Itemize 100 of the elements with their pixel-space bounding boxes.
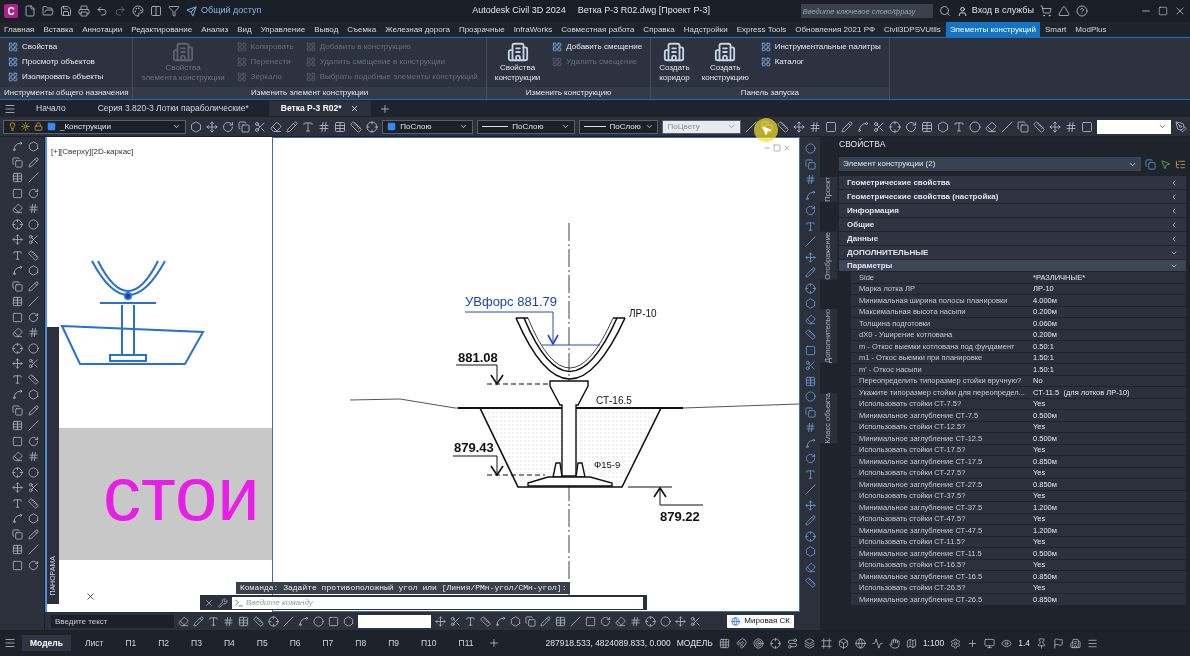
tracking-icon[interactable] — [786, 637, 798, 649]
command-input[interactable]: Введите команду — [246, 596, 643, 609]
ribbon-button[interactable]: Свойства конструкции — [494, 41, 541, 87]
save-icon[interactable] — [60, 5, 72, 17]
circle-icon[interactable] — [804, 143, 816, 154]
signin-button[interactable]: Вход в службы — [956, 4, 1034, 18]
rotate-icon[interactable] — [28, 187, 39, 199]
trim-icon[interactable] — [28, 234, 39, 245]
rectangle-icon[interactable] — [12, 559, 23, 571]
crosshair-icon[interactable] — [769, 637, 781, 649]
eraser-icon[interactable] — [12, 203, 23, 214]
move-icon[interactable] — [206, 120, 219, 133]
box-icon[interactable] — [837, 637, 849, 649]
panel-icon[interactable] — [150, 5, 162, 17]
ribbon-item[interactable]: Изолировать объекты — [8, 71, 104, 83]
polygon-icon[interactable] — [343, 615, 354, 627]
polygon-icon[interactable] — [28, 513, 39, 524]
ribbon-tab[interactable]: Smart — [1041, 22, 1071, 37]
table-icon[interactable] — [12, 296, 23, 307]
ruler-icon[interactable] — [28, 249, 39, 261]
app-logo[interactable]: C — [4, 4, 18, 18]
text-icon[interactable] — [465, 615, 476, 627]
ribbon-tab[interactable]: Прозрачные — [454, 22, 509, 37]
ribbon-tab[interactable]: Аннотации — [78, 22, 127, 37]
eye-icon[interactable] — [1001, 637, 1013, 649]
rectangle-icon[interactable] — [585, 615, 596, 627]
trim-icon[interactable] — [450, 615, 461, 627]
pencil-icon[interactable] — [28, 280, 39, 292]
table-icon[interactable] — [238, 615, 249, 627]
rotate-icon[interactable] — [28, 435, 39, 447]
frame-icon[interactable] — [820, 637, 832, 649]
ribbon-tab[interactable]: Надстройки — [679, 22, 732, 37]
line-icon[interactable] — [28, 296, 39, 307]
ribbon-tab[interactable]: Справка — [639, 22, 679, 37]
terminal-icon[interactable] — [232, 596, 246, 609]
osnap-icon[interactable] — [752, 637, 764, 649]
circle-icon[interactable] — [28, 218, 39, 230]
rectangle-icon[interactable] — [804, 344, 816, 356]
text-icon[interactable] — [804, 220, 816, 232]
layout-tab[interactable]: П8 — [347, 635, 375, 651]
move-icon[interactable] — [804, 499, 816, 511]
ruler-icon[interactable] — [804, 577, 816, 588]
building-icon[interactable] — [1070, 637, 1081, 649]
copy-icon[interactable] — [12, 528, 23, 540]
document-tab[interactable]: Ветка Р-3 R02* — [268, 101, 371, 116]
crosshair-icon[interactable] — [268, 615, 279, 627]
copy-icon[interactable] — [12, 156, 23, 168]
layout-tab[interactable]: П5 — [248, 635, 276, 651]
pen-icon[interactable] — [1175, 120, 1187, 133]
polygon-icon[interactable] — [936, 120, 949, 133]
ribbon-tab[interactable]: Вывод — [310, 22, 343, 37]
table-icon[interactable] — [555, 615, 566, 627]
ruler-icon[interactable] — [28, 497, 39, 509]
rotate-icon[interactable] — [222, 120, 235, 133]
scale-button[interactable]: 1:100 — [922, 636, 945, 650]
maximize-icon[interactable] — [1158, 6, 1168, 16]
eraser-icon[interactable] — [615, 615, 626, 627]
table-icon[interactable] — [12, 544, 23, 555]
folder-icon[interactable] — [42, 5, 54, 17]
crosshair-icon[interactable] — [888, 120, 901, 133]
layout-tab[interactable]: П7 — [314, 635, 342, 651]
eraser-icon[interactable] — [12, 451, 23, 462]
move-icon[interactable] — [12, 234, 23, 245]
spline-icon[interactable] — [804, 437, 816, 449]
list-icon[interactable] — [1175, 158, 1186, 170]
layout-tab[interactable]: П3 — [183, 635, 210, 651]
dropdown[interactable]: ПоСлою — [382, 119, 474, 134]
map-icon[interactable] — [905, 637, 917, 649]
eraser-icon[interactable] — [804, 313, 816, 325]
text-icon[interactable] — [12, 373, 23, 385]
spline-icon[interactable] — [12, 141, 23, 152]
ribbon-tab[interactable]: ModPlus — [1071, 22, 1111, 37]
circle-icon[interactable] — [968, 120, 981, 133]
monitor-icon[interactable] — [984, 637, 996, 649]
layout-tab[interactable]: П6 — [281, 635, 309, 651]
dropdown[interactable]: ПоСлою — [477, 119, 576, 134]
pencil-icon[interactable] — [804, 515, 816, 526]
ribbon-item[interactable]: Добавить смещение — [552, 41, 643, 53]
text-icon[interactable] — [804, 468, 816, 480]
crosshair-icon[interactable] — [12, 342, 23, 354]
spline-icon[interactable] — [495, 615, 506, 627]
polygon-icon[interactable] — [510, 615, 521, 627]
category-header[interactable]: Общие — [839, 218, 1186, 231]
rectangle-icon[interactable] — [328, 615, 339, 627]
move-icon[interactable] — [12, 358, 23, 369]
trim-icon[interactable] — [254, 120, 267, 133]
polygon-icon[interactable] — [804, 546, 816, 557]
polygon-icon[interactable] — [28, 265, 39, 276]
text-icon[interactable] — [208, 615, 219, 627]
hatch-icon[interactable] — [1064, 120, 1077, 133]
line-icon[interactable] — [28, 420, 39, 431]
category-header[interactable]: Данные — [839, 232, 1186, 245]
eraser-icon[interactable] — [804, 561, 816, 573]
layout-tab[interactable]: П11 — [450, 635, 482, 651]
line-icon[interactable] — [28, 544, 39, 555]
rotate-icon[interactable] — [28, 559, 39, 571]
rotate-icon[interactable] — [28, 311, 39, 323]
spline-icon[interactable] — [12, 513, 23, 524]
spline-icon[interactable] — [12, 389, 23, 400]
pencil-icon[interactable] — [286, 120, 299, 133]
